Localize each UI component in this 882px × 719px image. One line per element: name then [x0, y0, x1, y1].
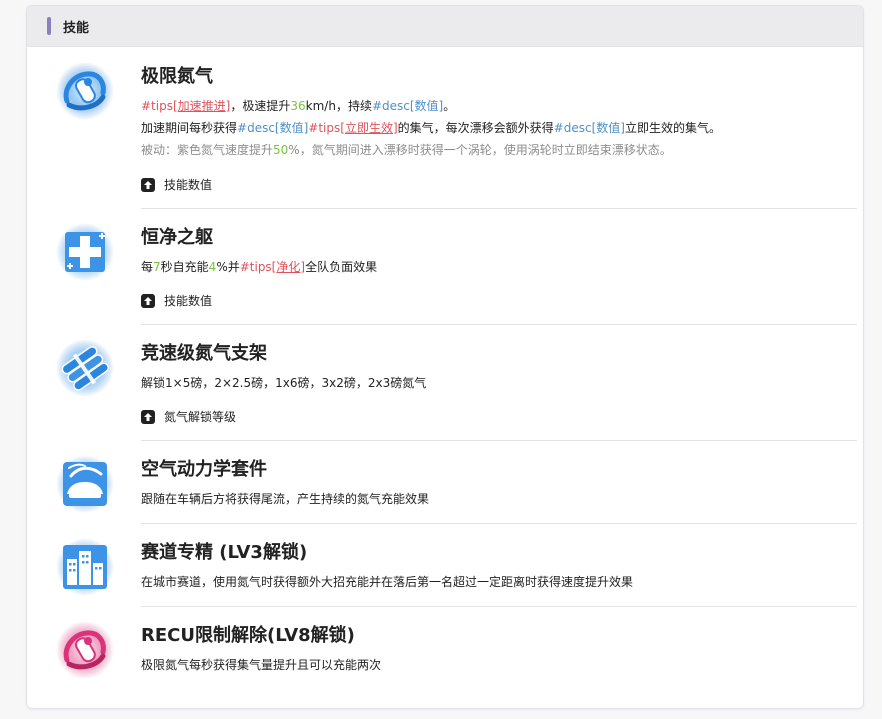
arrow-up-icon	[141, 293, 155, 308]
expand-label: 氮气解锁等级	[164, 410, 237, 424]
divider	[141, 606, 857, 607]
divider	[141, 324, 857, 325]
skill-desc: 跟随在车辆后方将获得尾流，产生持续的氮气充能效果	[141, 492, 430, 506]
expand-nitro-unlock-button[interactable]: 氮气解锁等级	[141, 408, 236, 425]
skill-desc-line1: #tips[加速推进]，极速提升36km/h，持续#desc[数值]。	[141, 99, 456, 113]
skill-desc-line1: 每7秒自充能4%并#tips[净化]全队负面效果	[141, 260, 378, 274]
header-accent-bar	[47, 17, 51, 35]
skill-name: 空气动力学套件	[141, 459, 267, 480]
expand-skill-values-button[interactable]: 技能数值	[141, 292, 212, 309]
divider	[141, 523, 857, 524]
tips-link-accelerate[interactable]: 加速推进	[178, 99, 226, 113]
skill-desc: 在城市赛道，使用氮气时获得额外大招充能并在落后第一名超过一定距离时获得速度提升效…	[141, 575, 634, 589]
nitro-extreme-pink-icon	[55, 620, 115, 680]
expand-label: 技能数值	[164, 178, 213, 192]
expand-skill-values-button[interactable]: 技能数值	[141, 176, 212, 193]
panel-header: 技能	[27, 6, 863, 47]
arrow-up-icon	[141, 409, 155, 424]
skill-passive-line: 被动：紫色氮气速度提升50%，氮气期间进入漂移时获得一个涡轮，使用涡轮时立即结束…	[141, 143, 672, 157]
skill-desc: 解锁1×5磅，2×2.5磅，1x6磅，3x2磅，2x3磅氮气	[141, 376, 427, 390]
aero-car-icon	[55, 454, 115, 514]
divider	[141, 440, 857, 441]
skill-name: 竞速级氮气支架	[141, 343, 267, 364]
tips-link-purify[interactable]: 净化	[276, 260, 300, 274]
tips-link-instant[interactable]: 立即生效	[345, 121, 393, 135]
expand-label: 技能数值	[164, 294, 213, 308]
divider	[141, 208, 857, 209]
skill-desc: 极限氮气每秒获得集气量提升且可以充能两次	[141, 658, 382, 672]
skill-name: 恒净之躯	[141, 227, 213, 248]
skill-desc-line2: 加速期间每秒获得#desc[数值]#tips[立即生效]的集气，每次漂移会额外获…	[141, 121, 721, 135]
skill-name: RECU限制解除(LV8解锁)	[141, 625, 355, 646]
city-buildings-icon	[55, 537, 115, 597]
nitro-extreme-icon	[55, 61, 115, 121]
arrow-up-icon	[141, 177, 155, 192]
panel-title: 技能	[63, 20, 90, 36]
nitro-tanks-icon	[55, 338, 115, 398]
medical-cross-icon	[55, 222, 115, 282]
skill-name: 极限氮气	[141, 66, 213, 87]
skills-panel: 技能 极限氮气 #tips[加速推进]，极速提升36km/h，持续#desc[数…	[26, 5, 864, 709]
skill-name: 赛道专精 (LV3解锁)	[141, 542, 308, 563]
